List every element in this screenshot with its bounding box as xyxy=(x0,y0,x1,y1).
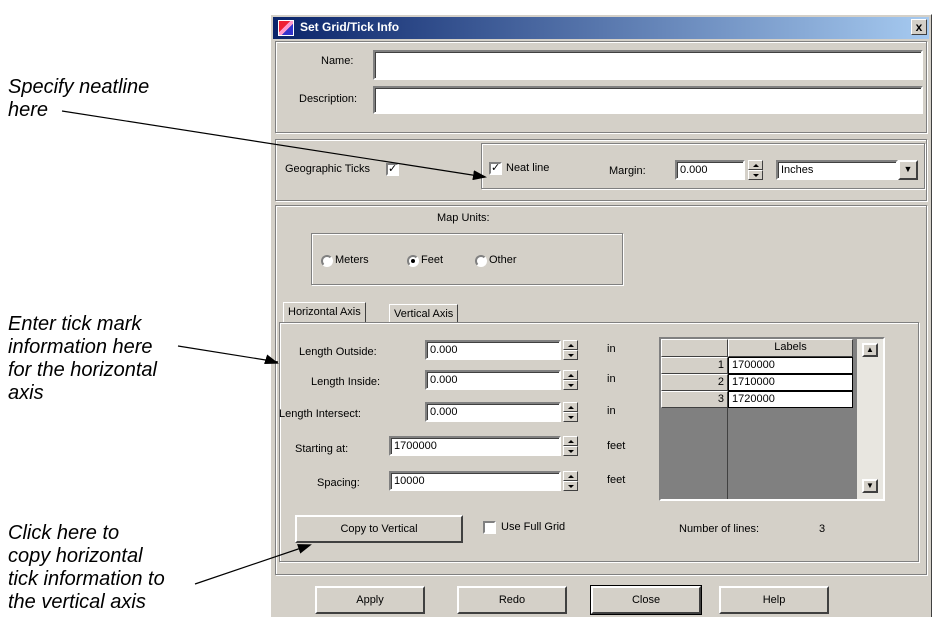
tickmark-arrow xyxy=(177,345,279,363)
callout-arrows xyxy=(61,110,487,585)
copy-arrow xyxy=(194,544,312,585)
neatline-arrow xyxy=(61,110,487,181)
